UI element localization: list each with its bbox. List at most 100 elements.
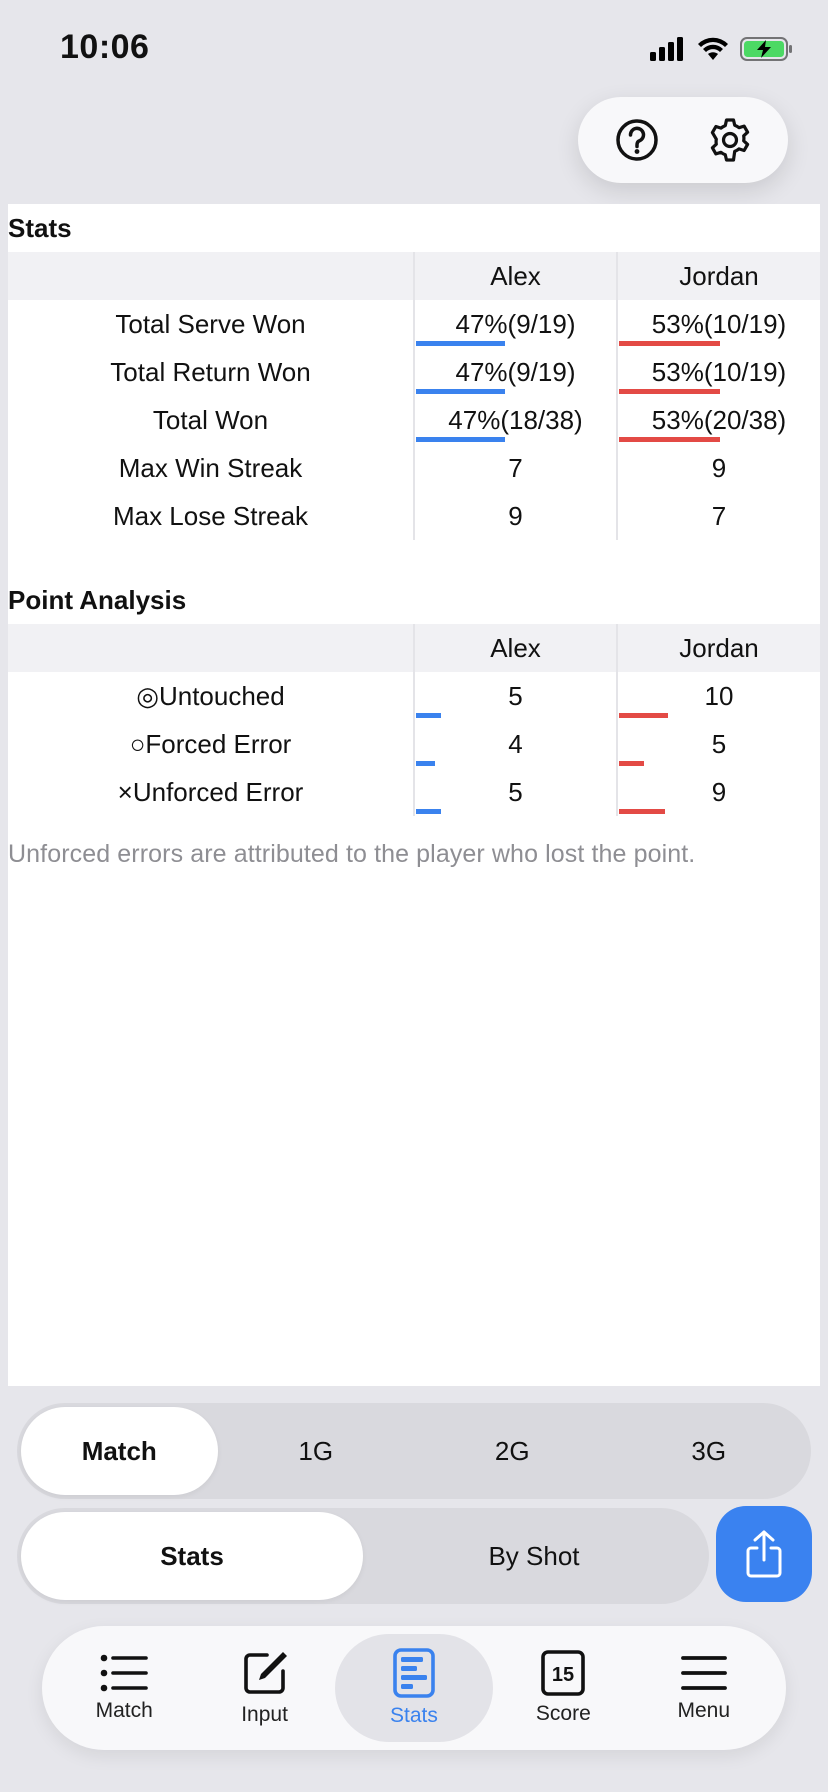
table-row: Max Win Streak 7 9: [8, 444, 820, 492]
player-2-bar: [619, 713, 668, 718]
segment-by-shot[interactable]: By Shot: [363, 1512, 705, 1600]
edit-icon: [243, 1652, 287, 1694]
tab-match[interactable]: Match: [54, 1634, 194, 1742]
cell-value: 53%(10/19): [651, 309, 787, 339]
player-1-value: 47%(9/19): [413, 300, 616, 348]
player-2-bar: [619, 389, 720, 394]
player-1-bar: [416, 437, 505, 442]
tab-label: Menu: [677, 1699, 731, 1722]
player-2-value: 53%(10/19): [616, 348, 820, 396]
view-segmented-control: Stats By Shot: [17, 1508, 709, 1604]
player-2-value: 53%(10/19): [616, 300, 820, 348]
tab-menu[interactable]: Menu: [634, 1634, 774, 1742]
tab-input[interactable]: Input: [195, 1634, 335, 1742]
stats-sheet: Stats Alex Jordan Total Serve Won 47%(9/1…: [8, 204, 820, 1386]
tab-score[interactable]: 15 Score: [493, 1634, 633, 1742]
help-button[interactable]: [611, 114, 663, 166]
segment-stats[interactable]: Stats: [21, 1512, 363, 1600]
player-1-value: 5: [413, 768, 616, 816]
settings-button[interactable]: [704, 114, 756, 166]
table-row: Total Return Won 47%(9/19) 53%(10/19): [8, 348, 820, 396]
list-icon: [100, 1654, 148, 1692]
menu-icon: [680, 1656, 727, 1690]
table-row: Total Serve Won 47%(9/19) 53%(10/19): [8, 300, 820, 348]
player-1-value: 4: [413, 720, 616, 768]
player-1-bar: [416, 761, 435, 766]
row-label: Total Won: [152, 404, 269, 435]
row-label: Total Return Won: [110, 356, 311, 387]
battery-charging-icon: [740, 37, 792, 61]
cell-value: 5: [711, 729, 727, 759]
cell-value: 5: [508, 681, 523, 711]
cell-value: 9: [508, 501, 523, 531]
gear-icon: [710, 118, 749, 162]
score-icon-number: 15: [552, 1664, 574, 1686]
tab-label: Match: [95, 1699, 153, 1722]
top-actions: [578, 97, 788, 183]
period-segmented-control: Match 1G 2G 3G: [17, 1403, 811, 1499]
segment-game-1[interactable]: 1G: [218, 1407, 415, 1495]
tab-label: Score: [535, 1702, 591, 1725]
player-2-value: 7: [616, 492, 820, 540]
row-label: ○Forced Error: [129, 728, 292, 759]
player-2-bar: [619, 437, 720, 442]
cell-value: 53%(10/19): [651, 357, 787, 387]
score-icon: 15: [541, 1650, 586, 1696]
cell-value: 9: [711, 777, 727, 807]
player-1-bar: [416, 389, 505, 394]
segment-match[interactable]: Match: [21, 1407, 218, 1495]
table-row: ○Forced Error 4 5: [8, 720, 820, 768]
tab-label: Input: [241, 1703, 288, 1726]
row-label: ×Unforced Error: [117, 776, 304, 807]
cell-value: 10: [704, 681, 734, 711]
player-1-bar: [416, 809, 441, 814]
cellular-signal-icon: [650, 37, 683, 61]
header-player-1: Alex: [413, 252, 616, 300]
share-button[interactable]: [716, 1506, 812, 1602]
table-row: Total Won 47%(18/38) 53%(20/38): [8, 396, 820, 444]
cell-value: 5: [508, 777, 523, 807]
player-1-value: 47%(9/19): [413, 348, 616, 396]
stats-icon: [393, 1648, 435, 1698]
analysis-header-row: Alex Jordan: [8, 624, 820, 672]
player-1-bar: [416, 341, 505, 346]
cell-value: 7: [711, 501, 727, 531]
segment-game-3[interactable]: 3G: [611, 1407, 808, 1495]
status-bar: 10:06: [0, 0, 828, 100]
row-label: ◎Untouched: [136, 680, 285, 711]
stats-section-title: Stats: [8, 213, 72, 243]
row-label: Max Lose Streak: [112, 500, 309, 531]
player-2-value: 9: [616, 768, 820, 816]
cell-value: 7: [508, 453, 523, 483]
player-2-bar: [619, 809, 665, 814]
segment-game-2[interactable]: 2G: [414, 1407, 611, 1495]
analysis-footnote: Unforced errors are attributed to the pl…: [8, 840, 696, 868]
wifi-icon: [698, 37, 728, 60]
cell-value: 4: [508, 729, 523, 759]
help-icon: [615, 119, 658, 161]
table-row: Max Lose Streak 9 7: [8, 492, 820, 540]
header-player-1: Alex: [413, 624, 616, 672]
player-1-value: 9: [413, 492, 616, 540]
cell-value: 47%(18/38): [448, 405, 583, 435]
analysis-table: Alex Jordan ◎Untouched 5 10 ○Forced Error 4 5…: [8, 624, 820, 816]
header-player-2: Jordan: [616, 624, 820, 672]
table-row: ◎Untouched 5 10: [8, 672, 820, 720]
share-icon: [746, 1530, 782, 1578]
cell-value: 9: [711, 453, 727, 483]
player-2-value: 53%(20/38): [616, 396, 820, 444]
player-2-value: 5: [616, 720, 820, 768]
tab-bar: Match Input Stats 15 Score Menu: [42, 1626, 786, 1750]
cell-value: 53%(20/38): [651, 405, 787, 435]
player-2-value: 9: [616, 444, 820, 492]
row-label: Total Serve Won: [115, 308, 306, 339]
analysis-section-title: Point Analysis: [8, 585, 187, 615]
status-time: 10:06: [60, 28, 150, 66]
player-2-bar: [619, 761, 644, 766]
player-1-value: 47%(18/38): [413, 396, 616, 444]
player-2-value: 10: [616, 672, 820, 720]
player-1-bar: [416, 713, 441, 718]
tab-stats[interactable]: Stats: [334, 1634, 493, 1742]
stats-table: Alex Jordan Total Serve Won 47%(9/19) 53%(…: [8, 252, 820, 540]
row-label: Max Win Streak: [118, 452, 303, 483]
